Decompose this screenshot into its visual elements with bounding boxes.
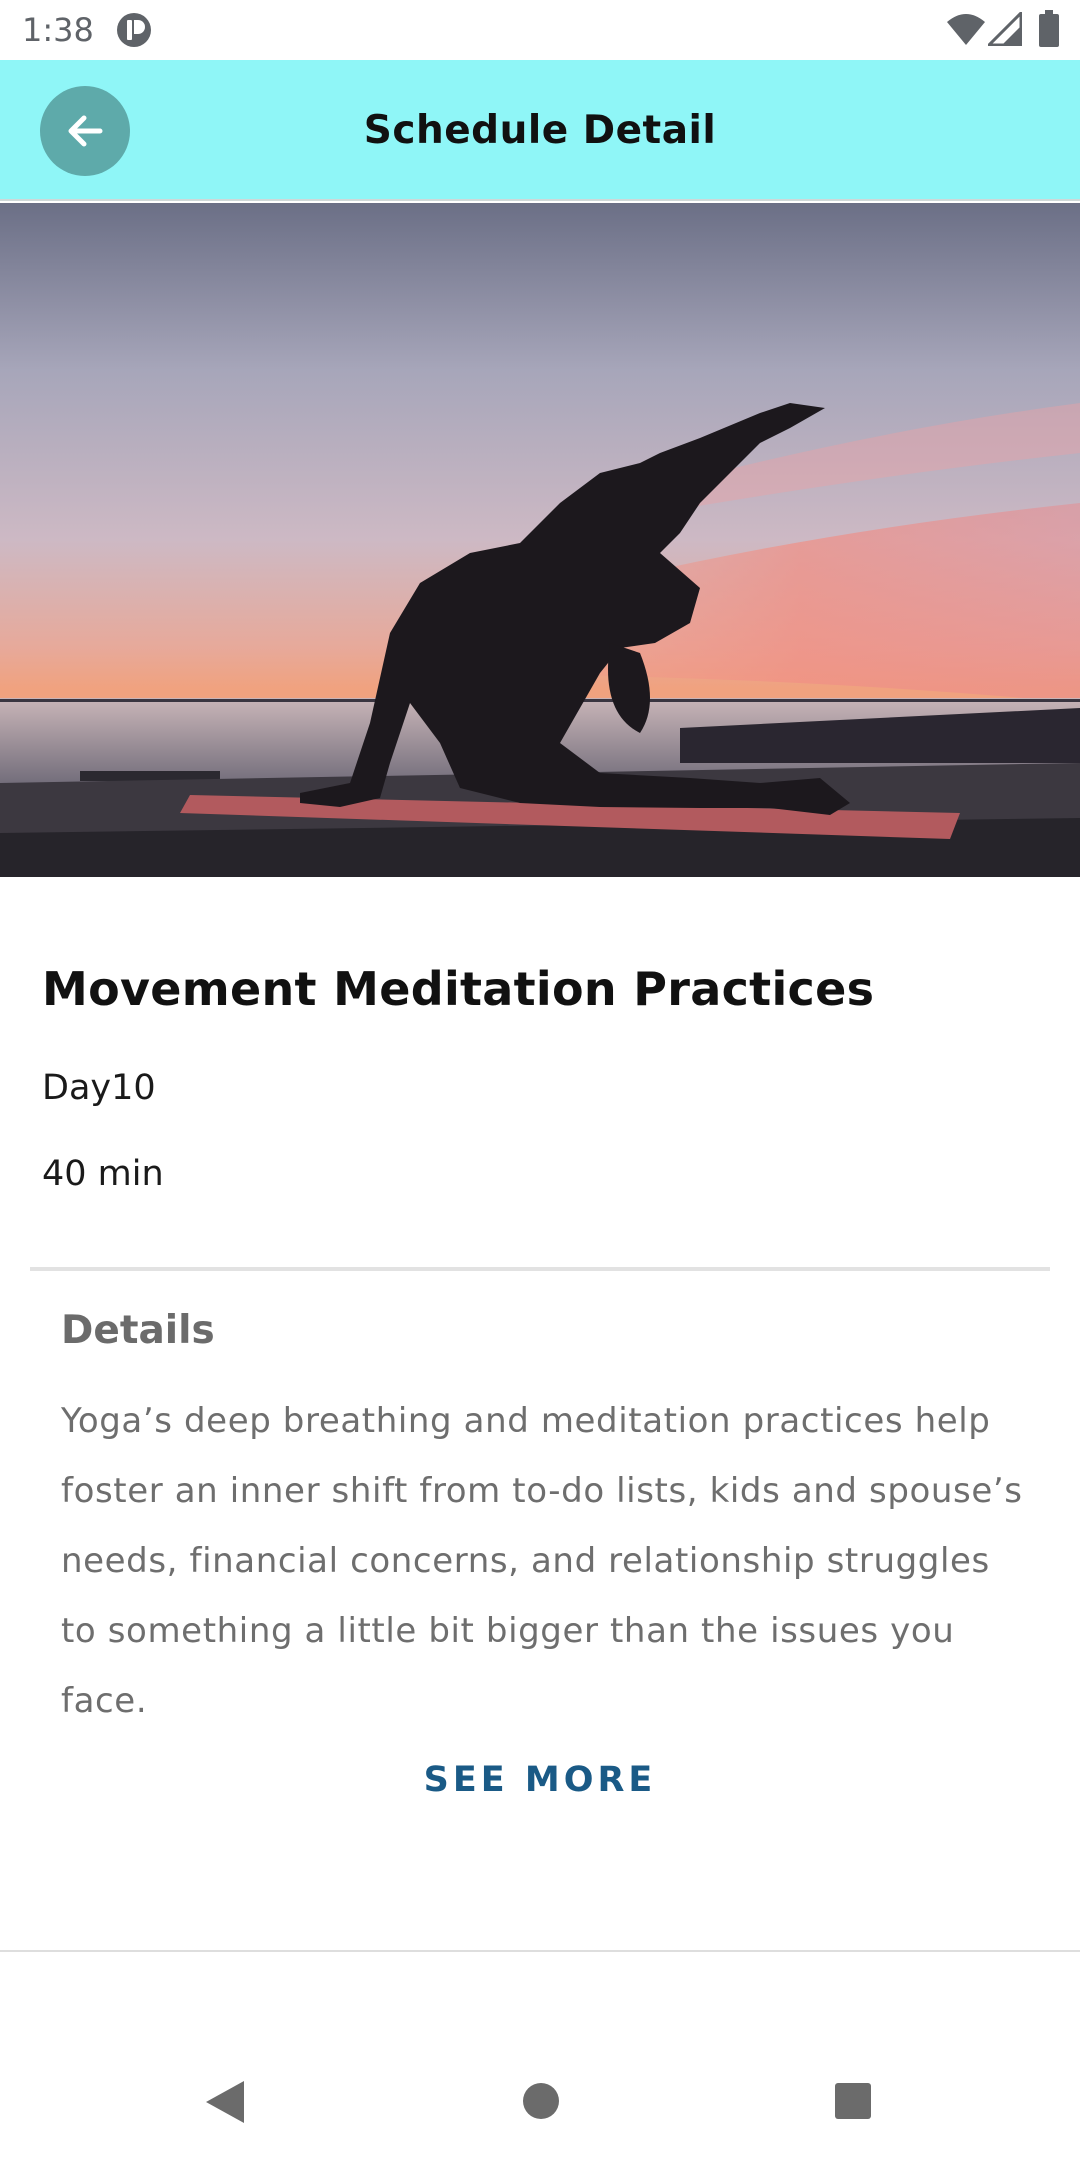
signal-icon [988, 12, 1022, 46]
battery-icon [1039, 10, 1059, 47]
workout-title: Movement Meditation Practices [42, 962, 875, 1016]
nav-recents-icon[interactable] [834, 2082, 872, 2120]
app-bar: Schedule Detail [0, 60, 1080, 201]
details-text: Yoga’s deep breathing and meditation pra… [61, 1401, 1023, 1721]
page-title: Schedule Detail [363, 108, 717, 153]
back-button[interactable] [40, 86, 130, 176]
nav-home-icon[interactable] [522, 2082, 560, 2120]
see-more-button[interactable]: SEE MORE [0, 1760, 1080, 1800]
status-time: 1:38 [22, 11, 94, 49]
arrow-left-icon [68, 115, 103, 147]
app-notification-icon [117, 13, 151, 47]
workout-day: Day10 [42, 1068, 156, 1108]
nav-back-icon[interactable] [204, 2079, 246, 2125]
divider [30, 1267, 1050, 1271]
schedule-detail-screen: 1:38 Schedule Detail Movement Meditation… [0, 0, 1080, 2160]
status-bar: 1:38 [0, 0, 1080, 60]
hero-image [0, 203, 1080, 877]
system-nav-bar [0, 1952, 1080, 2160]
wifi-icon [947, 14, 985, 45]
details-heading: Details [61, 1308, 215, 1353]
workout-duration: 40 min [42, 1154, 164, 1194]
yoga-sunset-image [0, 203, 1080, 877]
